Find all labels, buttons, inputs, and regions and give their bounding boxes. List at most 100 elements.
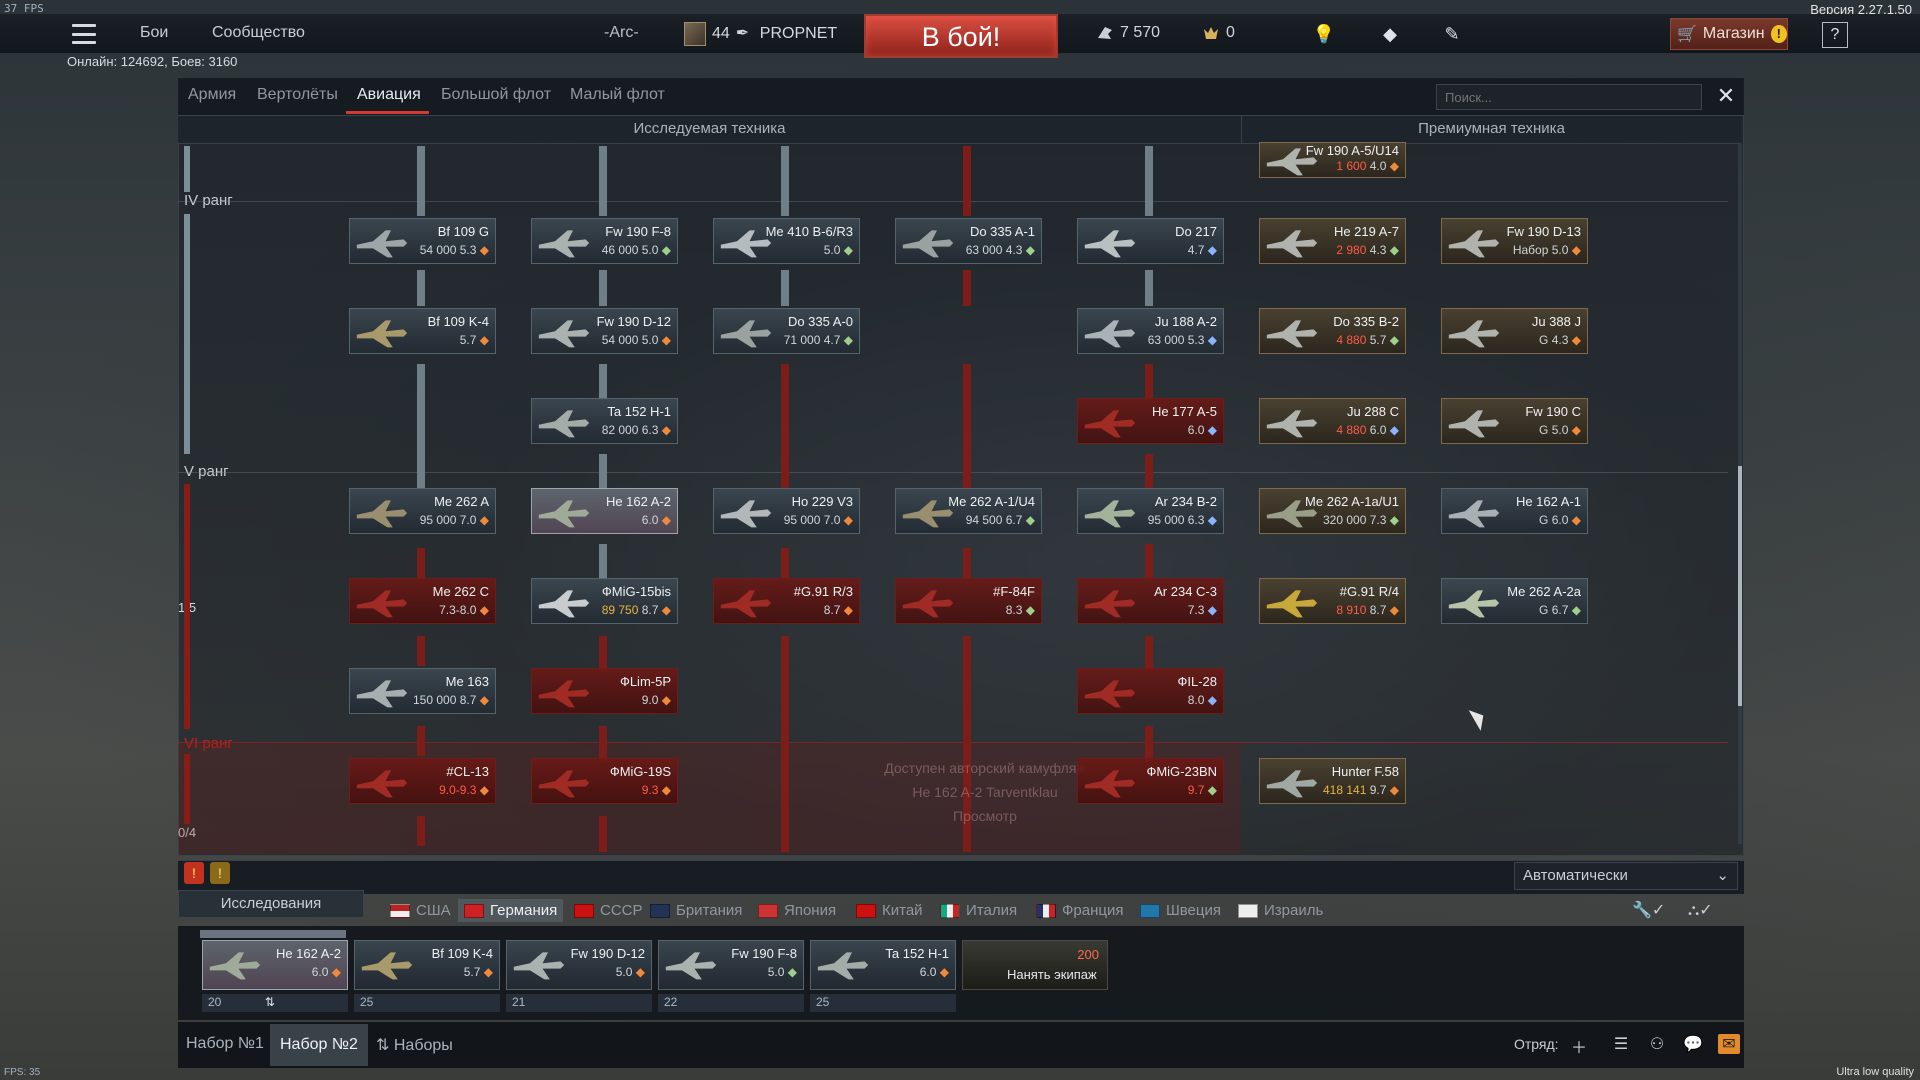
lightbulb-icon[interactable]: 💡: [1312, 22, 1336, 46]
hire-crew-button[interactable]: 200 Нанять экипаж: [962, 940, 1108, 990]
premium-card-ju288[interactable]: Ju 288 C 4 880 6.0 ◆: [1259, 398, 1406, 444]
premium-card-me262u1[interactable]: Me 262 A-1a/U1 320 000 7.3 ◆: [1259, 488, 1406, 534]
events-icon[interactable]: ◆: [1378, 22, 1402, 46]
vehicle-card-il28[interactable]: ФIL-28 8.0 ◆: [1077, 668, 1224, 714]
vehicle-card-do335a1[interactable]: Do 335 A-1 63 000 4.3 ◆: [895, 218, 1042, 264]
vehicle-card-ju188[interactable]: Ju 188 A-2 63 000 5.3 ◆: [1077, 308, 1224, 354]
nation-japan[interactable]: Япония: [758, 902, 836, 919]
tab-army[interactable]: Армия: [188, 86, 236, 104]
vehicle-card-me410[interactable]: Me 410 B-6/R3 5.0 ◆: [713, 218, 860, 264]
premium-card-he219[interactable]: He 219 A-7 2 980 4.3 ◆: [1259, 218, 1406, 264]
vehicle-card-bf109g[interactable]: Bf 109 G 54 000 5.3 ◆: [349, 218, 496, 264]
premium-card-fw190d13[interactable]: Fw 190 D-13 Набор 5.0 ◆: [1441, 218, 1588, 264]
tab-helicopters[interactable]: Вертолёты: [257, 86, 338, 104]
nation-sweden[interactable]: Швеция: [1140, 902, 1221, 919]
crew-vehicle-card[interactable]: Fw 190 F-8 5.0 ◆: [658, 940, 804, 990]
crew-slot[interactable]: Fw 190 F-8 5.0 ◆ 22: [658, 940, 804, 1014]
squadron-tag[interactable]: -Arc-: [604, 24, 639, 42]
vehicle-card-fw190d12[interactable]: Fw 190 D-12 54 000 5.0 ◆: [531, 308, 678, 354]
japan-flag-icon: [758, 903, 778, 918]
premium-card-ju388[interactable]: Ju 388 J G 4.3 ◆: [1441, 308, 1588, 354]
golden-eagles[interactable]: 0: [1202, 24, 1235, 42]
menu-community[interactable]: Сообщество: [212, 24, 305, 42]
nation-italy[interactable]: Италия: [940, 902, 1017, 919]
presets-button[interactable]: ⇅ Наборы: [376, 1035, 453, 1055]
research-tab[interactable]: Исследования: [178, 890, 364, 918]
nation-china[interactable]: Китай: [856, 902, 923, 919]
list-icon[interactable]: ☰: [1610, 1034, 1632, 1054]
premium-card-fw190c[interactable]: Fw 190 C G 5.0 ◆: [1441, 398, 1588, 444]
vehicle-card-he177[interactable]: He 177 A-5 6.0 ◆: [1077, 398, 1224, 444]
nation-germany[interactable]: Германия: [458, 899, 564, 922]
premium-card-he162a1[interactable]: He 162 A-1 G 6.0 ◆: [1441, 488, 1588, 534]
premium-card-g91r4[interactable]: #G.91 R/4 8 910 8.7 ◆: [1259, 578, 1406, 624]
coupon-icon[interactable]: ✎: [1440, 22, 1464, 46]
vehicle-card-mig19[interactable]: ФMiG-19S 9.3 ◆: [531, 758, 678, 804]
mail-icon[interactable]: ✉: [1718, 1034, 1740, 1054]
crew-vehicle-card[interactable]: Fw 190 D-12 5.0 ◆: [506, 940, 652, 990]
alert-badge-icon[interactable]: !: [210, 862, 230, 884]
nation-britain[interactable]: Британия: [650, 902, 742, 919]
vehicle-card-cl13[interactable]: #CL-13 9.0-9.3 ◆: [349, 758, 496, 804]
vehicle-card-ta152[interactable]: Ta 152 H-1 82 000 6.3 ◆: [531, 398, 678, 444]
tab-coastal-fleet[interactable]: Малый флот: [570, 86, 665, 104]
vehicle-card-mig15[interactable]: ФMiG-15bis 89 750 8.7 ◆: [531, 578, 678, 624]
vehicle-card-me262u4[interactable]: Me 262 A-1/U4 94 500 6.7 ◆: [895, 488, 1042, 534]
crew-slot[interactable]: Ta 152 H-1 6.0 ◆ 25: [810, 940, 956, 1014]
swap-icon[interactable]: ⇅: [265, 995, 275, 1009]
add-squad-member-icon[interactable]: ＋: [1568, 1034, 1590, 1057]
vehicle-card-lim5p[interactable]: ФLim-5P 9.0 ◆: [531, 668, 678, 714]
to-battle-button[interactable]: В бой!: [864, 14, 1058, 58]
vehicle-card-me262a[interactable]: Me 262 A 95 000 7.0 ◆: [349, 488, 496, 534]
vehicle-card-mig23bn[interactable]: ФMiG-23BN 9.7 ◆: [1077, 758, 1224, 804]
crew-vehicle-card[interactable]: Ta 152 H-1 6.0 ◆: [810, 940, 956, 990]
auto-research-select[interactable]: Автоматически ⌄: [1514, 862, 1738, 890]
player-profile[interactable]: 44 ✒ PROPNET: [680, 18, 854, 50]
crew-slot[interactable]: Fw 190 D-12 5.0 ◆ 21: [506, 940, 652, 1014]
vehicle-card-do335a0[interactable]: Do 335 A-0 71 000 4.7 ◆: [713, 308, 860, 354]
preset-1[interactable]: Набор №1: [186, 1035, 264, 1053]
nation-france[interactable]: Франция: [1036, 902, 1123, 919]
nation-israel[interactable]: Израиль: [1238, 902, 1323, 919]
vehicle-card-fw190f8[interactable]: Fw 190 F-8 46 000 5.0 ◆: [531, 218, 678, 264]
repair-icon[interactable]: 🔧✓: [1632, 900, 1665, 920]
warning-badge-icon[interactable]: !: [184, 862, 204, 884]
vehicle-card-ho229[interactable]: Ho 229 V3 95 000 7.0 ◆: [713, 488, 860, 534]
vehicle-info: 95 000 6.3 ◆: [1147, 513, 1217, 527]
premium-card-do335b2[interactable]: Do 335 B-2 4 880 5.7 ◆: [1259, 308, 1406, 354]
tab-aviation[interactable]: Авиация: [357, 86, 421, 104]
premium-card-fw190a5u14[interactable]: Fw 190 A-5/U14 1 600 4.0 ◆: [1259, 142, 1406, 178]
help-button[interactable]: ?: [1822, 22, 1848, 48]
vehicle-card-bf109k4[interactable]: Bf 109 K-4 5.7 ◆: [349, 308, 496, 354]
premium-card-hunter[interactable]: Hunter F.58 418 141 9.7 ◆: [1259, 758, 1406, 804]
menu-battles[interactable]: Бои: [140, 24, 168, 42]
search-input[interactable]: [1436, 84, 1702, 110]
vehicle-card-he162a2[interactable]: He 162 A-2 6.0 ◆: [531, 488, 678, 534]
close-icon[interactable]: ✕: [1714, 82, 1738, 110]
nation-ussr[interactable]: СССР: [574, 902, 643, 919]
vehicle-card-me163[interactable]: Me 163 150 000 8.7 ◆: [349, 668, 496, 714]
vehicle-card-do217[interactable]: Do 217 4.7 ◆: [1077, 218, 1224, 264]
hamburger-menu-icon[interactable]: [72, 24, 96, 44]
premium-card-me262a2a[interactable]: Me 262 A-2a G 6.7 ◆: [1441, 578, 1588, 624]
vehicle-card-f84f[interactable]: #F-84F 8.3 ◆: [895, 578, 1042, 624]
tree-scroll-thumb[interactable]: [1738, 466, 1742, 706]
vehicle-card-g91r3[interactable]: #G.91 R/3 8.7 ◆: [713, 578, 860, 624]
vehicle-name: He 162 A-2: [605, 494, 671, 509]
silver-lions[interactable]: 7 570: [1096, 24, 1160, 42]
vehicle-card-ar234c3[interactable]: Ar 234 C-3 7.3 ◆: [1077, 578, 1224, 624]
crew-vehicle-card[interactable]: He 162 A-2 6.0 ◆: [202, 940, 348, 990]
vehicle-card-ar234b2[interactable]: Ar 234 B-2 95 000 6.3 ◆: [1077, 488, 1224, 534]
contacts-icon[interactable]: ⚇: [1646, 1034, 1668, 1054]
ammo-check-icon[interactable]: ⛬✓: [1688, 900, 1713, 920]
crew-slot[interactable]: He 162 A-2 6.0 ◆ 20 ⇅: [202, 940, 348, 1014]
nation-usa[interactable]: США: [390, 902, 451, 919]
preset-2[interactable]: Набор №2: [270, 1024, 368, 1066]
chat-icon[interactable]: 💬: [1682, 1034, 1704, 1054]
vehicle-card-me262c[interactable]: Me 262 C 7.3-8.0 ◆: [349, 578, 496, 624]
crew-vehicle-card[interactable]: Bf 109 K-4 5.7 ◆: [354, 940, 500, 990]
nation-label: Британия: [676, 902, 743, 919]
shop-button[interactable]: 🛒 Магазин !: [1670, 18, 1788, 50]
tab-bluewater-fleet[interactable]: Большой флот: [441, 86, 551, 104]
crew-slot[interactable]: Bf 109 K-4 5.7 ◆ 25: [354, 940, 500, 1014]
